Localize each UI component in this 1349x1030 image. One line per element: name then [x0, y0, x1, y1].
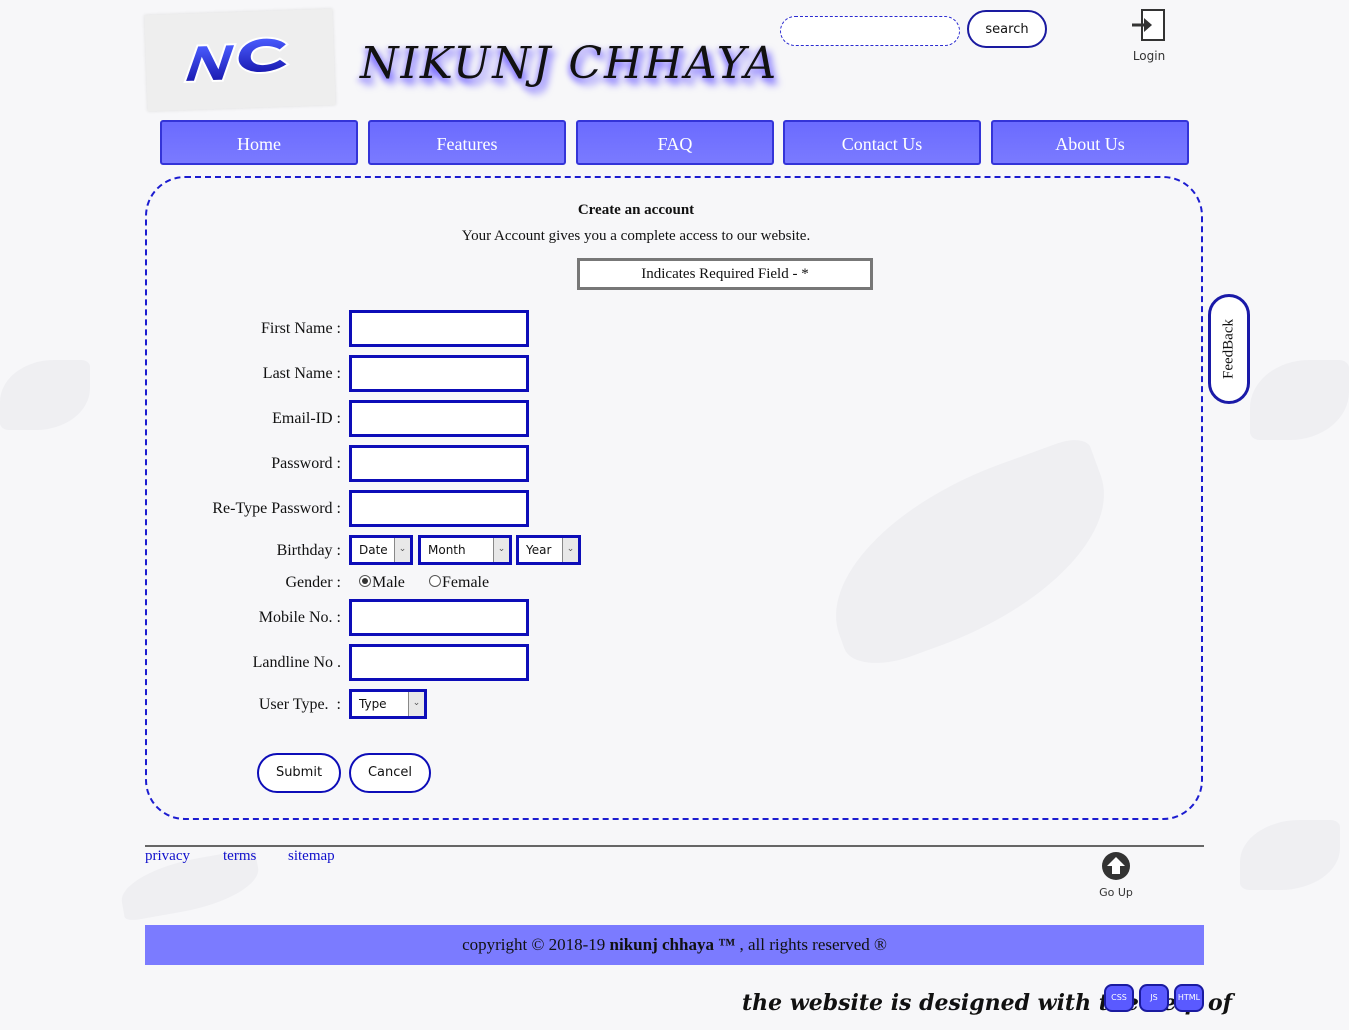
feedback-label: FeedBack — [1220, 319, 1237, 379]
form-subtitle: Your Account gives you a complete access… — [461, 228, 811, 244]
radio-selected-icon — [359, 575, 371, 587]
birthday-month-value: Month — [428, 543, 466, 557]
cancel-button[interactable]: Cancel — [349, 753, 431, 793]
background-bird-shape — [1240, 820, 1340, 890]
landline-label: Landline No . — [252, 654, 341, 671]
birthday-month-select[interactable]: Month ⌄ — [418, 535, 512, 565]
password-field[interactable] — [349, 445, 529, 482]
birthday-year-select[interactable]: Year ⌄ — [516, 535, 581, 565]
footer-link-privacy[interactable]: privacy — [145, 848, 190, 865]
email-label: Email-ID : — [272, 410, 341, 427]
retype-password-field[interactable] — [349, 490, 529, 527]
css-badge: CSS — [1104, 984, 1134, 1012]
user-type-select[interactable]: Type ⌄ — [349, 689, 427, 719]
chevron-down-icon: ⌄ — [562, 538, 578, 562]
gender-female-radio[interactable]: Female — [429, 574, 489, 592]
logo[interactable] — [144, 8, 336, 112]
birthday-date-select[interactable]: Date ⌄ — [349, 535, 413, 565]
nav-faq[interactable]: FAQ — [576, 120, 774, 165]
chevron-down-icon: ⌄ — [408, 692, 424, 716]
nav-features[interactable]: Features — [368, 120, 566, 165]
landline-field[interactable] — [349, 644, 529, 681]
go-up-button[interactable]: Go Up — [1096, 851, 1136, 899]
login-icon — [1132, 9, 1165, 41]
required-field-note: Indicates Required Field - * — [577, 258, 873, 290]
gender-male-label: Male — [372, 574, 405, 591]
last-name-label: Last Name : — [262, 365, 341, 382]
go-up-label: Go Up — [1099, 886, 1133, 899]
login-label: Login — [1132, 49, 1166, 63]
nav-contact-us[interactable]: Contact Us — [783, 120, 981, 165]
logo-icon — [183, 36, 290, 83]
first-name-label: First Name : — [261, 320, 341, 337]
submit-button[interactable]: Submit — [257, 753, 341, 793]
copyright-brand: nikunj chhaya ™ — [609, 935, 736, 954]
form-title: Create an account — [577, 202, 695, 218]
user-type-label: User Type. : — [258, 696, 341, 713]
mobile-label: Mobile No. : — [258, 609, 341, 626]
js-badge: JS — [1139, 984, 1169, 1012]
background-bird-shape — [0, 360, 90, 430]
background-bird-shape — [1250, 360, 1349, 440]
radio-icon — [429, 575, 441, 587]
copyright-prefix: copyright © 2018-19 — [462, 935, 610, 954]
footer-link-sitemap[interactable]: sitemap — [288, 848, 335, 865]
search-button[interactable]: search — [967, 10, 1047, 48]
footer-link-terms[interactable]: terms — [223, 848, 256, 865]
birthday-year-value: Year — [526, 543, 552, 557]
mobile-field[interactable] — [349, 599, 529, 636]
footer-divider — [145, 845, 1204, 847]
search-input[interactable] — [780, 16, 960, 46]
gender-male-radio[interactable]: Male — [359, 574, 405, 592]
birthday-label: Birthday : — [276, 542, 341, 559]
birthday-date-value: Date — [359, 543, 388, 557]
retype-password-label: Re-Type Password : — [212, 500, 341, 517]
copyright-suffix: , all rights reserved ® — [735, 935, 887, 954]
first-name-field[interactable] — [349, 310, 529, 347]
chevron-down-icon: ⌄ — [493, 538, 509, 562]
arrow-up-circle-icon — [1102, 852, 1130, 880]
site-title: NIKUNJ CHHAYA — [360, 38, 779, 89]
user-type-value: Type — [359, 697, 387, 711]
email-field[interactable] — [349, 400, 529, 437]
html-badge: HTML — [1174, 984, 1204, 1012]
chevron-down-icon: ⌄ — [394, 538, 410, 562]
nav-about-us[interactable]: About Us — [991, 120, 1189, 165]
gender-female-label: Female — [442, 574, 490, 591]
password-label: Password : — [271, 455, 341, 472]
nav-home[interactable]: Home — [160, 120, 358, 165]
copyright-bar: copyright © 2018-19 nikunj chhaya ™ , al… — [145, 925, 1204, 965]
feedback-tab[interactable]: FeedBack — [1208, 294, 1250, 404]
last-name-field[interactable] — [349, 355, 529, 392]
login-button[interactable]: Login — [1128, 8, 1170, 63]
gender-label: Gender : — [285, 574, 341, 591]
